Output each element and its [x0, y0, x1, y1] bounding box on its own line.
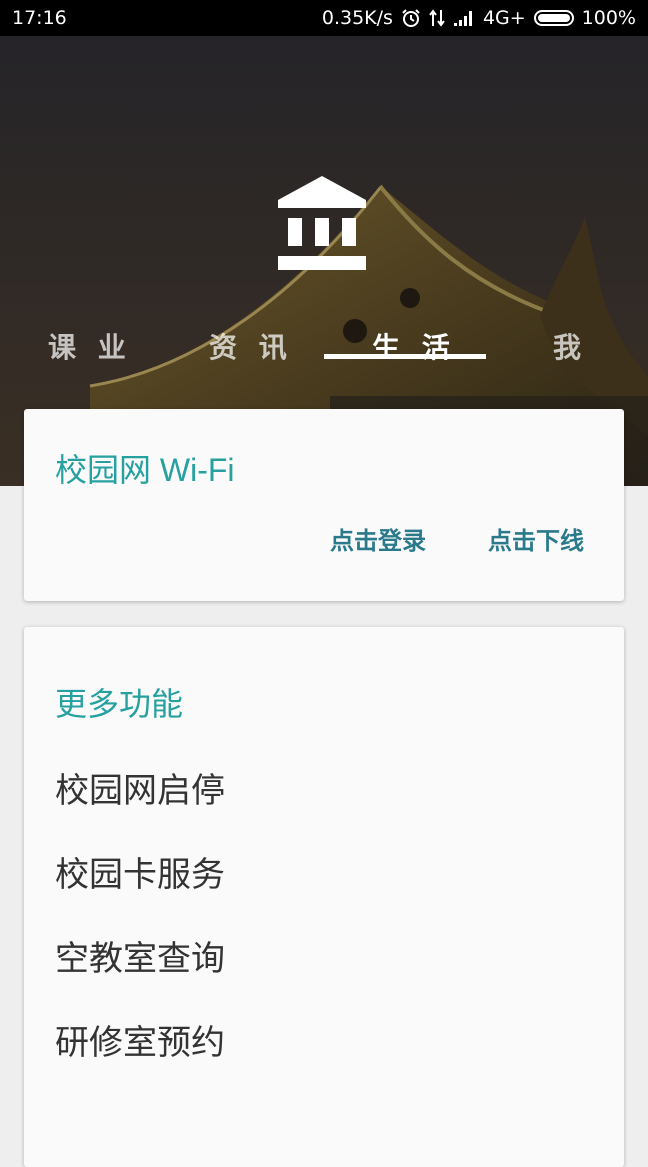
tab-life[interactable]: 生 活 — [372, 326, 456, 376]
more-functions-card: 更多功能 校园网启停 校园卡服务 空教室查询 研修室预约 — [24, 627, 624, 1167]
login-button[interactable]: 点击登录 — [330, 521, 426, 556]
status-right: 0.35K/s 4G+ 100% — [322, 7, 636, 29]
tab-news[interactable]: 资 讯 — [209, 326, 293, 376]
battery-level: 100% — [581, 7, 636, 29]
wifi-card: 校园网 Wi-Fi 点击登录 点击下线 — [24, 409, 624, 601]
menu-item-campus-network-toggle[interactable]: 校园网启停 — [55, 763, 595, 812]
status-bar: 17:16 0.35K/s 4G+ 100% — [0, 0, 648, 36]
battery-icon — [533, 10, 574, 26]
wifi-card-title: 校园网 Wi-Fi — [55, 452, 235, 488]
alarm-icon — [401, 8, 421, 28]
tab-course[interactable]: 课 业 — [48, 326, 132, 376]
active-tab-indicator — [324, 354, 486, 359]
menu-item-campus-card-service[interactable]: 校园卡服务 — [55, 847, 595, 896]
tab-me[interactable]: 我 — [553, 326, 587, 376]
institution-logo-icon — [278, 176, 366, 276]
menu-item-empty-classroom[interactable]: 空教室查询 — [55, 931, 595, 980]
network-type: 4G+ — [482, 7, 526, 29]
more-functions-title: 更多功能 — [55, 686, 184, 722]
signal-icon — [453, 9, 475, 27]
logout-button[interactable]: 点击下线 — [488, 521, 584, 556]
menu-item-study-room-booking[interactable]: 研修室预约 — [55, 1015, 595, 1064]
network-speed: 0.35K/s — [321, 7, 393, 29]
status-time: 17:16 — [12, 7, 67, 29]
data-transfer-icon — [429, 8, 445, 28]
